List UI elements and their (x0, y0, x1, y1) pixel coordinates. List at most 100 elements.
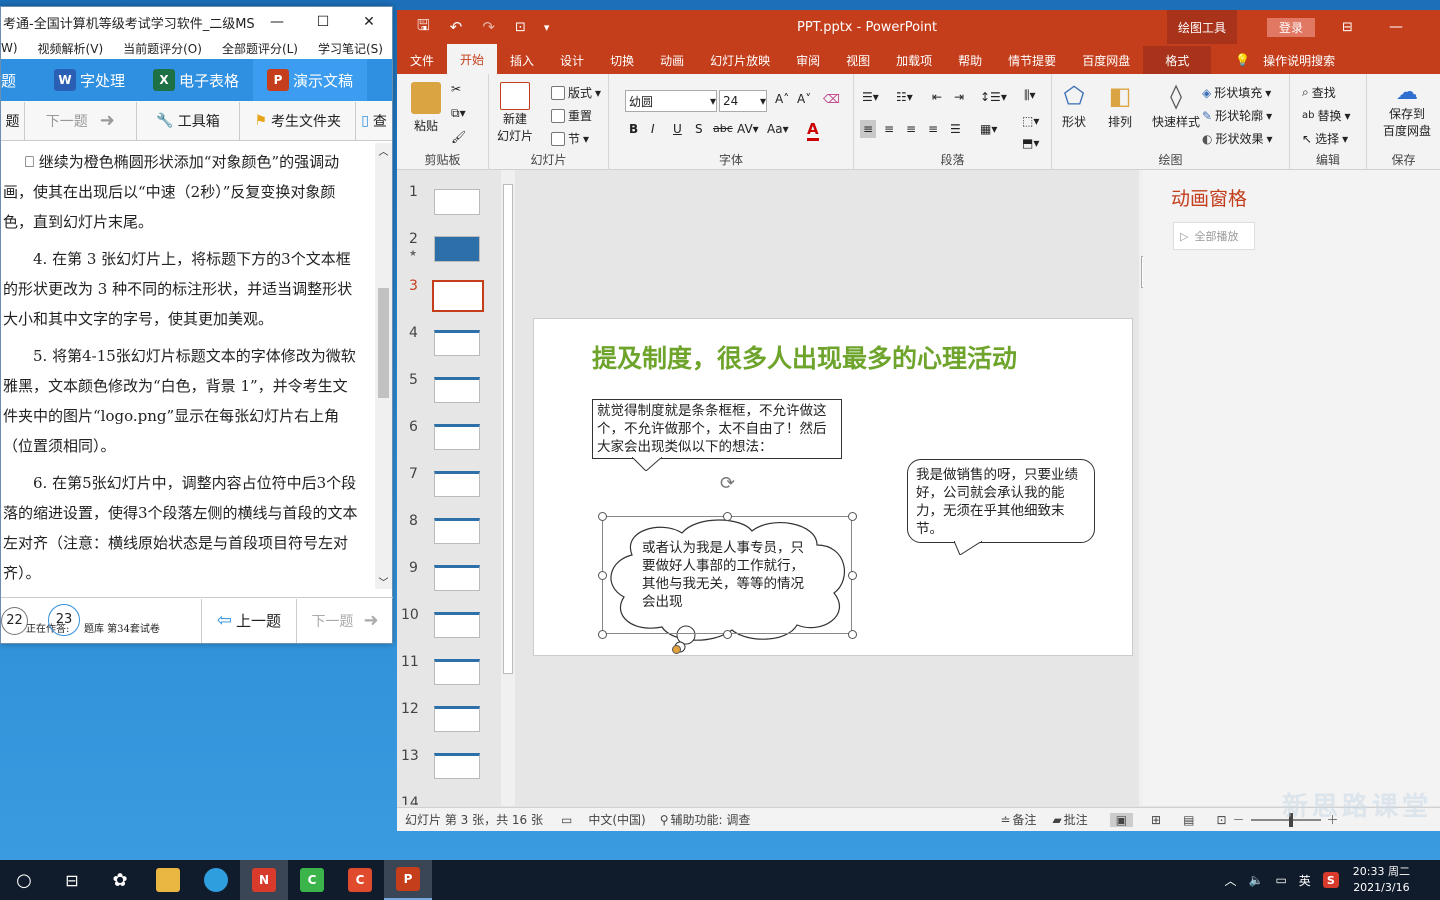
network-icon[interactable]: ▭ (1275, 873, 1286, 887)
redo-icon[interactable]: ↷ (482, 18, 495, 36)
tell-me-search[interactable]: 操作说明搜索 (1263, 46, 1348, 74)
align-text-icon[interactable]: ⬚▾ (1022, 114, 1039, 128)
menu-item-video[interactable]: 视频解析(V) (38, 40, 104, 57)
menu-item-notes[interactable]: 学习笔记(S) (318, 40, 383, 57)
shrink-font-icon[interactable]: A˅ (797, 92, 811, 106)
slide-thumbnail[interactable]: 9 (397, 560, 497, 606)
tab-design[interactable]: 设计 (547, 46, 597, 74)
zoom-out-icon[interactable]: － (1233, 811, 1245, 828)
align-center-icon[interactable]: ≡ (884, 122, 894, 136)
select-button[interactable]: ↖ 选择 ▾ (1302, 130, 1348, 147)
slide-thumbnail[interactable]: 5 (397, 372, 497, 418)
line-spacing-icon[interactable]: ↕☰▾ (980, 90, 1007, 104)
distributed-icon[interactable]: ☰ (950, 122, 961, 136)
powerpoint-taskbar-icon[interactable]: P (384, 860, 432, 900)
menu-item-score-all[interactable]: 全部题评分(L) (222, 40, 298, 57)
align-left-icon[interactable]: ≡ (860, 120, 877, 138)
save-icon[interactable]: 🖫 (417, 15, 430, 40)
tab-format[interactable]: 格式 (1143, 46, 1212, 74)
search-button-partial[interactable]: ▯ 查 (356, 102, 392, 140)
normal-view-icon[interactable]: ▣ (1109, 812, 1134, 827)
task-view-icon[interactable]: ⊟ (48, 860, 96, 900)
slide-thumbnail[interactable]: 6 (397, 419, 497, 465)
slide-thumbnail[interactable]: 1 (397, 184, 497, 230)
text-direction-icon[interactable]: ⫼▾ (1024, 88, 1036, 103)
tool-word[interactable]: W 字处理 (40, 59, 139, 101)
resize-handle[interactable] (598, 512, 607, 521)
clear-format-icon[interactable]: ⌫ (823, 92, 840, 106)
columns-icon[interactable]: ▦▾ (980, 122, 997, 136)
language-status[interactable]: 中文(中国) (588, 811, 645, 828)
resize-handle[interactable] (848, 512, 857, 521)
resize-handle[interactable] (723, 630, 732, 639)
paste-button[interactable]: 粘贴 (411, 82, 441, 134)
format-painter-icon[interactable]: 🖌 (451, 130, 466, 144)
smartart-icon[interactable]: ⬒▾ (1022, 136, 1039, 150)
adjust-handle[interactable] (672, 645, 681, 654)
resize-handle[interactable] (723, 512, 732, 521)
slide-thumbnail[interactable]: 12 (397, 701, 497, 747)
slide-thumbnail[interactable]: 2 ★ (397, 231, 497, 277)
undo-icon[interactable]: ↶ (450, 18, 463, 36)
shape-fill-button[interactable]: ◈ 形状填充 ▾ (1202, 84, 1271, 101)
scroll-up-icon[interactable]: ︿ (375, 143, 392, 158)
minimize-button[interactable]: — (254, 14, 300, 30)
student-folder-button[interactable]: ⚑ 考生文件夹 (240, 101, 357, 140)
justify-icon[interactable]: ≡ (928, 122, 938, 136)
bullets-icon[interactable]: ☰▾ (862, 90, 879, 104)
slide-thumbnail[interactable]: 13 (397, 748, 497, 794)
tab-insert[interactable]: 插入 (497, 46, 547, 74)
toolbox-button[interactable]: 🔧 工具箱 (137, 101, 241, 140)
tab-transitions[interactable]: 切换 (597, 46, 647, 74)
tab-addins[interactable]: 加载项 (883, 46, 945, 74)
slide-thumbnail[interactable]: 11 (397, 654, 497, 700)
play-all-button[interactable]: ▷ 全部播放 (1173, 222, 1255, 250)
slide-thumbnail[interactable]: 10 (397, 607, 497, 653)
ime-indicator[interactable]: 英 (1299, 872, 1311, 889)
numbering-icon[interactable]: ☷▾ (896, 90, 913, 104)
tab-slideshow[interactable]: 幻灯片放映 (697, 46, 783, 74)
tab-help[interactable]: 帮助 (945, 46, 995, 74)
spellcheck-icon[interactable]: ▭ (561, 813, 572, 827)
font-color-icon[interactable]: A (807, 120, 819, 141)
resize-handle[interactable] (848, 571, 857, 580)
decrease-indent-icon[interactable]: ⇤ (932, 90, 942, 104)
volume-icon[interactable]: 🔈 (1248, 873, 1263, 887)
ribbon-display-icon[interactable]: ⊟ (1342, 20, 1353, 35)
slide-sorter-icon[interactable]: ⊞ (1151, 813, 1161, 827)
save-baidu-button[interactable]: ☁ 保存到 百度网盘 (1383, 80, 1431, 139)
tool-partial[interactable]: 题 (1, 59, 40, 101)
c-green-app-icon[interactable]: C (288, 860, 336, 900)
increase-indent-icon[interactable]: ⇥ (954, 90, 964, 104)
shapes-button[interactable]: ⬠ 形状 (1062, 82, 1086, 130)
font-size-select[interactable]: 24 ▾ (719, 90, 767, 112)
font-name-select[interactable]: 幼圆 ▾ (625, 90, 717, 112)
quick-styles-button[interactable]: ◊ 快速样式 (1152, 82, 1200, 130)
slide-thumbnail[interactable]: 7 (397, 466, 497, 512)
slide-thumbnail[interactable]: 4 (397, 325, 497, 371)
shadow-icon[interactable]: S (695, 122, 703, 136)
tab-view[interactable]: 视图 (833, 46, 883, 74)
replace-button[interactable]: ab 替换 ▾ (1302, 107, 1351, 124)
question-number-circle[interactable]: 22 (1, 606, 28, 635)
search-icon[interactable]: ○ (0, 860, 48, 900)
present-icon[interactable]: ⊡ (515, 20, 526, 35)
resize-handle[interactable] (848, 630, 857, 639)
slide-thumbnail[interactable]: 14 (397, 795, 497, 805)
close-button[interactable]: ✕ (346, 14, 392, 30)
bold-icon[interactable]: B (629, 122, 638, 136)
sogou-icon[interactable]: S (1322, 872, 1339, 888)
slide-title[interactable]: 提及制度，很多人出现最多的心理活动 (592, 339, 1017, 375)
reading-view-icon[interactable]: ▤ (1183, 813, 1194, 827)
prev-question-button[interactable]: ⇦ 上一题 (200, 598, 297, 643)
menu-item-score-current[interactable]: 当前题评分(O) (123, 40, 202, 57)
pinwheel-app-icon[interactable]: ✿ (96, 860, 144, 900)
italic-icon[interactable]: I (651, 122, 655, 136)
file-explorer-icon[interactable] (144, 860, 192, 900)
resize-handle[interactable] (598, 571, 607, 580)
login-button[interactable]: 登录 (1267, 18, 1316, 37)
slide-thumbnail[interactable]: 8 (397, 513, 497, 559)
c-red-app-icon[interactable]: C (336, 860, 384, 900)
notes-button[interactable]: 备注 (1012, 811, 1036, 828)
change-case-icon[interactable]: Aa▾ (767, 122, 789, 136)
